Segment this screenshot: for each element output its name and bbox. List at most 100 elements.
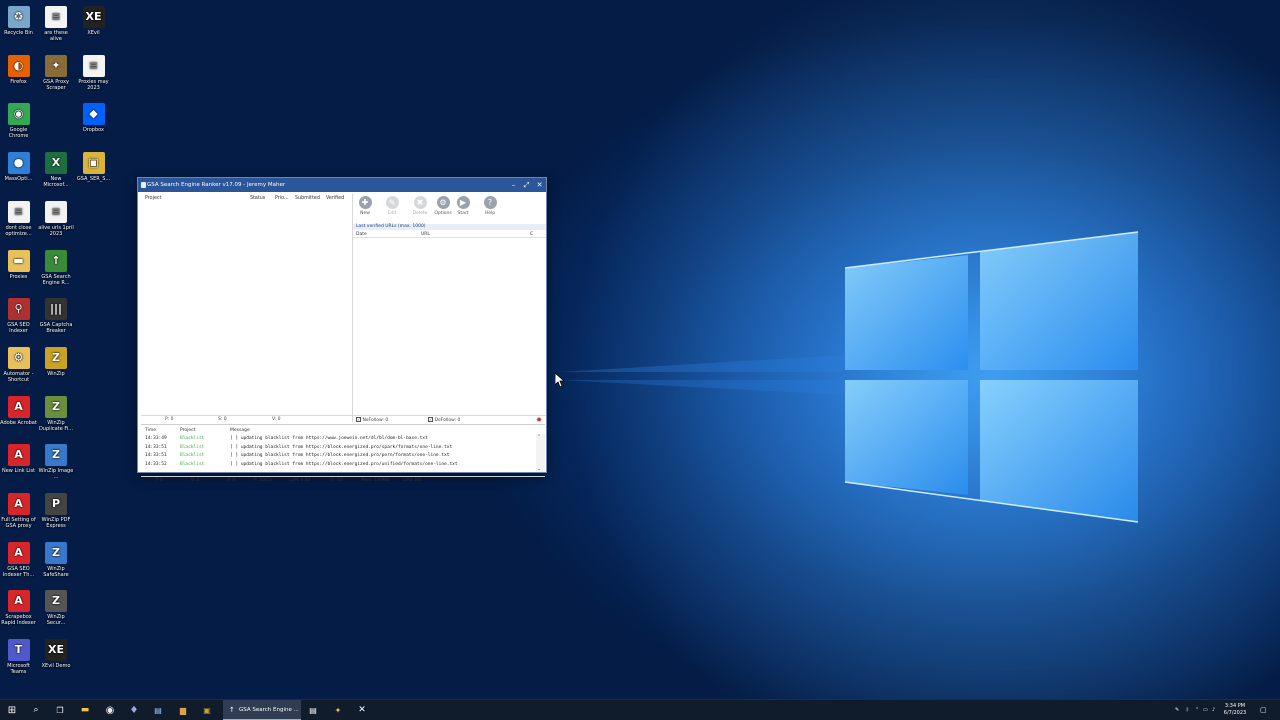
window-title: GSA Search Engine Ranker v17.09 - Jeremy…: [147, 182, 286, 188]
log-column-project[interactable]: Project: [180, 428, 195, 433]
options-button[interactable]: ⚙ Options: [434, 196, 452, 220]
desktop-icon[interactable]: Z WinZip SafeShare: [38, 541, 75, 578]
volume-icon[interactable]: ♪: [1212, 700, 1215, 720]
desktop-icon[interactable]: ≡ alive urls 1pril 2023: [38, 200, 75, 237]
desktop-icon[interactable]: ↑ GSA Search Engine R...: [38, 249, 75, 286]
pen-icon[interactable]: ✎: [1175, 700, 1179, 720]
column-submitted[interactable]: Submitted: [295, 196, 320, 201]
task-view-icon[interactable]: ❐: [49, 700, 71, 720]
folder-taskbar-icon[interactable]: ▆: [172, 700, 194, 720]
log-column-message[interactable]: Message: [230, 428, 250, 433]
network-icon[interactable]: ▭: [1203, 700, 1208, 720]
column-date[interactable]: Date: [356, 232, 367, 237]
desktop-icon[interactable]: ◆ Dropbox: [75, 103, 112, 133]
desktop-icon[interactable]: ⚙ Automator - Shortcut: [0, 346, 37, 383]
log-row[interactable]: 14:33:51 Blacklist [ ] updating blacklist …: [141, 444, 533, 453]
notifications-icon[interactable]: ▢: [1260, 700, 1267, 720]
desktop-icon[interactable]: ♻ Recycle Bin: [0, 6, 37, 36]
minimize-button[interactable]: –: [507, 178, 520, 192]
delete-button[interactable]: ✖ Delete: [411, 196, 429, 220]
desktop-icon[interactable]: Z WinZip Image ...: [38, 444, 75, 480]
scroll-down-icon[interactable]: ⌄: [537, 466, 541, 472]
search-icon[interactable]: ⌕: [25, 700, 47, 720]
acrobat-icon: A: [7, 395, 30, 418]
desktop-icon[interactable]: Z WinZip: [38, 346, 75, 377]
desktop-icon[interactable]: A Adobe Acrobat: [0, 395, 37, 426]
app-icon: [141, 182, 146, 188]
close-button[interactable]: ✕: [533, 178, 546, 192]
log-row[interactable]: 14:33:49 Blacklist [ ] updating blacklist …: [141, 435, 533, 444]
edit-button[interactable]: ✎ Edit: [383, 196, 401, 220]
desktop-icon[interactable]: ⚲ GSA SEO Indexer: [0, 298, 37, 334]
dofollow-checkbox[interactable]: ✓: [428, 417, 433, 422]
desktop-icon[interactable]: XE XEvil: [75, 6, 112, 36]
toolbar-label: New: [360, 211, 370, 216]
desktop-icon-label: GSA SEO Indexer Th...: [2, 565, 35, 578]
desktop-icon[interactable]: P WinZip PDF Express: [38, 493, 75, 529]
file-explorer-icon[interactable]: ▬: [74, 700, 96, 720]
log-column-time[interactable]: Time: [145, 428, 156, 433]
tray-chevron-icon[interactable]: ⌃: [1195, 700, 1199, 720]
desktop-icon[interactable]: Z WinZip Secur...: [38, 590, 75, 626]
window-taskbar-icon[interactable]: ▤: [302, 700, 324, 720]
column-project[interactable]: Project: [145, 196, 161, 201]
scroll-up-icon[interactable]: ⌃: [537, 434, 541, 440]
bluetooth-icon[interactable]: ᛒ: [1186, 700, 1189, 720]
log-row[interactable]: 14:33:52 Blacklist [ ] updating blacklist …: [141, 461, 533, 470]
start-button[interactable]: ⊞: [1, 700, 23, 720]
column-priority[interactable]: Prio...: [275, 196, 289, 201]
desktop-icon[interactable]: ≡ dont close optimize...: [0, 200, 37, 237]
desktop-icon-label: XEvil Demo: [41, 663, 71, 670]
taskbar-gsa-ser-button[interactable]: ↑ GSA Search Engine ...: [223, 700, 301, 720]
new-button[interactable]: ✚ New: [356, 196, 374, 220]
nofollow-toggle[interactable]: ✓ NoFollow: 0: [356, 417, 388, 423]
massoptimizer-icon: ●: [7, 152, 30, 175]
verified-columns: Date URL C: [353, 231, 546, 238]
pdf-icon: A: [7, 541, 30, 564]
desktop-icon[interactable]: ≡ Proxies may 2023: [75, 54, 112, 91]
column-status[interactable]: Status: [250, 196, 265, 201]
teams-icon: T: [7, 639, 30, 662]
desktop-icon[interactable]: Z WinZip Duplicate Fi...: [38, 395, 75, 432]
desktop-icon[interactable]: XE XEvil Demo: [38, 639, 75, 669]
desktop-icon[interactable]: A GSA SEO Indexer Th...: [0, 541, 37, 578]
desktop-icon[interactable]: ◐ Firefox: [0, 54, 37, 85]
nofollow-checkbox[interactable]: ✓: [356, 417, 361, 422]
desktop-icon[interactable]: A Scrapebox Rapid Indexer: [0, 590, 37, 626]
desktop-icon[interactable]: ● MassOpti...: [0, 152, 37, 182]
desktop-icon[interactable]: A Full Setting of GSA proxy: [0, 493, 37, 529]
pdf-icon: A: [7, 590, 30, 613]
maximize-button[interactable]: ⤢: [520, 178, 533, 192]
desktop-icon[interactable]: A New Link List: [0, 444, 37, 474]
desktop-icon[interactable]: ≡ are these alive: [38, 6, 75, 42]
xevil-taskbar-icon[interactable]: ✕: [351, 700, 373, 720]
dofollow-toggle[interactable]: ✓ DoFollow: 0: [428, 417, 460, 423]
gsa-ser-window[interactable]: GSA Search Engine Ranker v17.09 - Jeremy…: [137, 177, 547, 483]
start-button[interactable]: ▶ Start: [454, 196, 472, 220]
help-button[interactable]: ? Help: [481, 196, 499, 220]
desktop-icon[interactable]: ▣ GSA_SER_S...: [75, 152, 112, 182]
desktop-icon[interactable]: ||| GSA Captcha Breaker: [38, 298, 75, 334]
log-row[interactable]: 14:33:51 Blacklist [ ] updating blacklist …: [141, 452, 533, 461]
clock[interactable]: 3:34 PM 6/7/2023: [1220, 703, 1250, 717]
column-verified[interactable]: Verified: [326, 196, 344, 201]
chrome-taskbar-icon[interactable]: ◉: [99, 700, 121, 720]
project-list[interactable]: [143, 203, 351, 412]
winzip-taskbar-icon[interactable]: ▣: [196, 700, 218, 720]
column-c[interactable]: C: [530, 232, 533, 237]
document-taskbar-icon[interactable]: ▤: [147, 700, 169, 720]
desktop-icon[interactable]: ▬ Proxies: [0, 249, 37, 280]
automator-taskbar-icon[interactable]: ✦: [327, 700, 349, 720]
app-taskbar-icon[interactable]: ♦: [123, 700, 145, 720]
desktop-icon[interactable]: ◉ Google Chrome: [0, 103, 37, 139]
sound-muted-icon[interactable]: ✸: [536, 416, 542, 424]
desktop-icon[interactable]: X New Microsof...: [38, 152, 75, 188]
desktop-icon[interactable]: ✦ GSA Proxy Scraper: [38, 54, 75, 91]
column-url[interactable]: URL: [421, 232, 430, 237]
log-scrollbar[interactable]: ⌃ ⌄: [536, 434, 545, 472]
window-titlebar[interactable]: GSA Search Engine Ranker v17.09 - Jeremy…: [138, 178, 546, 192]
edit-icon: ✎: [385, 196, 399, 209]
desktop-icon[interactable]: T Microsoft Teams: [0, 639, 37, 675]
taskbar-active-label: GSA Search Engine ...: [239, 707, 299, 713]
desktop-icon-label: dont close optimize...: [5, 224, 32, 237]
